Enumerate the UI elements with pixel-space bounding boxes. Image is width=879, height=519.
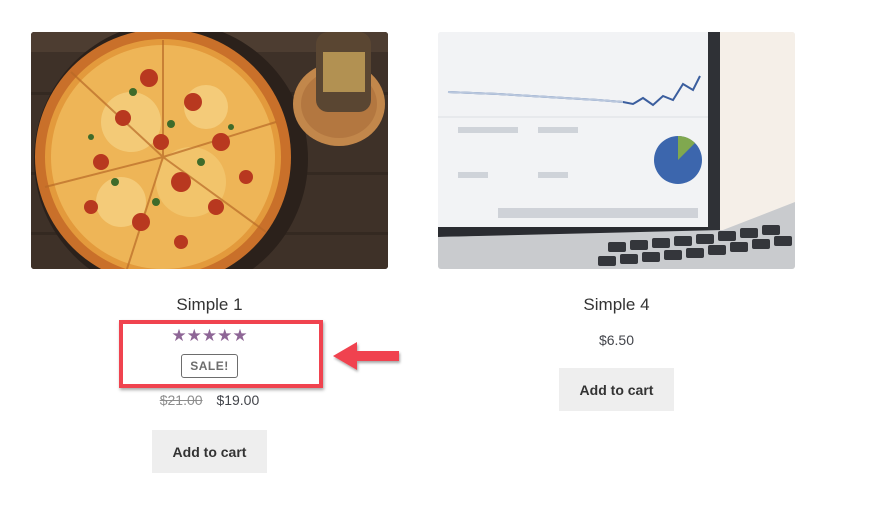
product-image-pizza[interactable] (31, 32, 388, 269)
laptop-image (438, 32, 795, 269)
product-card-simple-4: Simple 4 $6.50 Add to cart (438, 32, 795, 411)
annotation-highlight-box (119, 320, 323, 388)
add-to-cart-button[interactable]: Add to cart (559, 368, 674, 411)
sale-price: $19.00 (216, 392, 260, 408)
product-image-laptop[interactable] (438, 32, 795, 269)
product-price: $21.00 $19.00 (31, 392, 388, 408)
annotation-arrow-icon (333, 340, 405, 379)
product-grid: Simple 1 ★★★★★ SALE! $21.00 $19.00 Add t… (0, 0, 879, 519)
product-title[interactable]: Simple 4 (438, 295, 795, 315)
product-title[interactable]: Simple 1 (31, 295, 388, 315)
product-price: $6.50 (598, 332, 635, 348)
add-to-cart-button[interactable]: Add to cart (152, 430, 267, 473)
pizza-image (31, 32, 388, 269)
product-card-simple-1: Simple 1 ★★★★★ SALE! $21.00 $19.00 Add t… (31, 32, 388, 473)
original-price: $21.00 (159, 392, 203, 408)
